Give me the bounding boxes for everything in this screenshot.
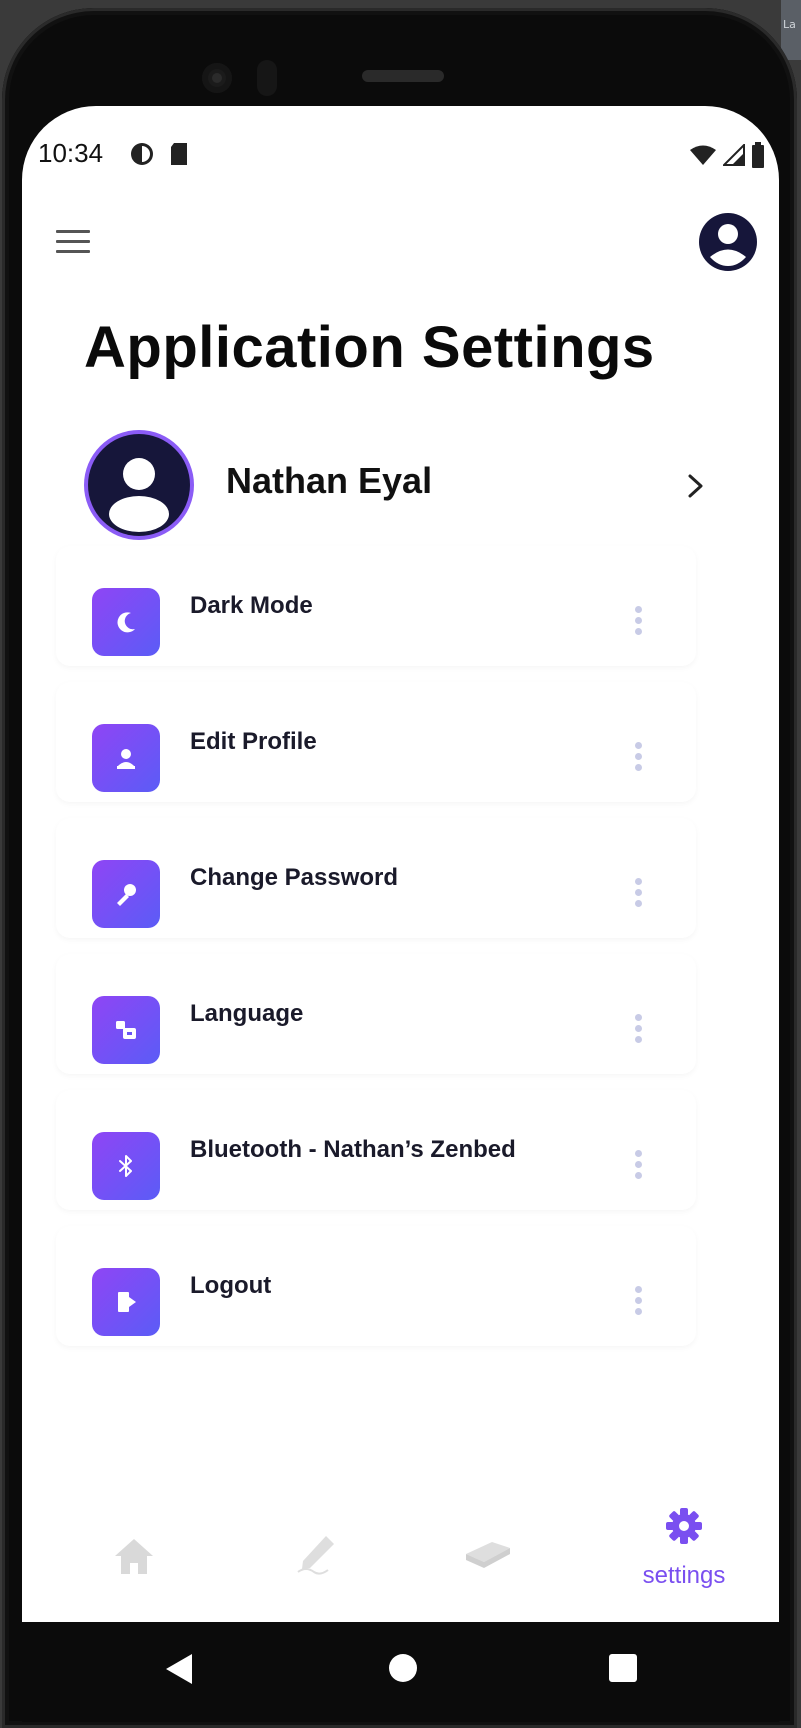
- settings-item-label: Language: [190, 1000, 304, 1027]
- nav-bed[interactable]: [428, 1506, 548, 1616]
- translate-icon: [92, 996, 160, 1064]
- desktop-corner-text: La: [783, 18, 796, 31]
- kebab-menu-icon[interactable]: [632, 742, 644, 778]
- kebab-menu-icon[interactable]: [632, 878, 644, 914]
- logout-icon: [92, 1268, 160, 1336]
- pen-icon: [294, 1532, 338, 1581]
- settings-item-dark-mode[interactable]: Dark Mode: [56, 546, 696, 666]
- home-circle-icon[interactable]: [388, 1652, 418, 1689]
- home-icon: [112, 1536, 156, 1581]
- bluetooth-icon: [92, 1132, 160, 1200]
- wifi-icon: [689, 144, 717, 171]
- edit-profile-icon: [92, 724, 160, 792]
- page-title: Application Settings: [84, 315, 655, 380]
- speaker-grille: [362, 70, 444, 82]
- nav-journal[interactable]: [254, 1506, 374, 1616]
- bed-icon: [464, 1536, 512, 1575]
- system-navigation-bar: [22, 1622, 779, 1722]
- moon-icon: [92, 588, 160, 656]
- app-screen: 10:34 Application Settings Nathan Eyal D…: [22, 106, 779, 1622]
- settings-item-label: Bluetooth - Nathan’s Zenbed: [190, 1136, 516, 1163]
- settings-item-change-password[interactable]: Change Password: [56, 818, 696, 938]
- key-icon: [92, 860, 160, 928]
- account-circle-icon[interactable]: [698, 212, 758, 272]
- back-icon[interactable]: [164, 1652, 194, 1691]
- battery-icon: [751, 142, 765, 173]
- avatar: [84, 430, 194, 540]
- sd-card-icon: [170, 142, 188, 171]
- kebab-menu-icon[interactable]: [632, 1014, 644, 1050]
- settings-item-label: Dark Mode: [190, 592, 313, 619]
- profile-row[interactable]: Nathan Eyal: [84, 430, 724, 540]
- settings-item-logout[interactable]: Logout: [56, 1226, 696, 1346]
- settings-item-language[interactable]: Language: [56, 954, 696, 1074]
- kebab-menu-icon[interactable]: [632, 1150, 644, 1186]
- notification-icon: [130, 142, 154, 171]
- settings-item-label: Change Password: [190, 864, 399, 891]
- status-time: 10:34: [38, 138, 104, 168]
- nav-settings-label: settings: [642, 1562, 726, 1589]
- nav-settings[interactable]: settings: [624, 1506, 744, 1616]
- status-bar: 10:34: [22, 136, 779, 176]
- recents-icon[interactable]: [608, 1652, 638, 1689]
- settings-item-edit-profile[interactable]: Edit Profile: [56, 682, 696, 802]
- settings-item-label: Edit Profile: [190, 728, 317, 755]
- nav-home[interactable]: [74, 1506, 194, 1616]
- bottom-navigation: settings: [22, 1506, 779, 1622]
- status-right-icons: [689, 142, 765, 173]
- settings-item-bluetooth[interactable]: Bluetooth - Nathan’s Zenbed: [56, 1090, 696, 1210]
- camera-icon: [202, 63, 232, 93]
- sensor-icon: [257, 60, 277, 96]
- desktop-background: La: [781, 0, 801, 60]
- kebab-menu-icon[interactable]: [632, 606, 644, 642]
- gear-icon: [664, 1506, 704, 1551]
- kebab-menu-icon[interactable]: [632, 1286, 644, 1322]
- profile-name: Nathan Eyal: [226, 460, 433, 501]
- chevron-right-icon[interactable]: [684, 468, 708, 504]
- signal-icon: [721, 142, 745, 171]
- settings-item-label: Logout: [190, 1272, 272, 1299]
- hamburger-icon[interactable]: [56, 230, 90, 254]
